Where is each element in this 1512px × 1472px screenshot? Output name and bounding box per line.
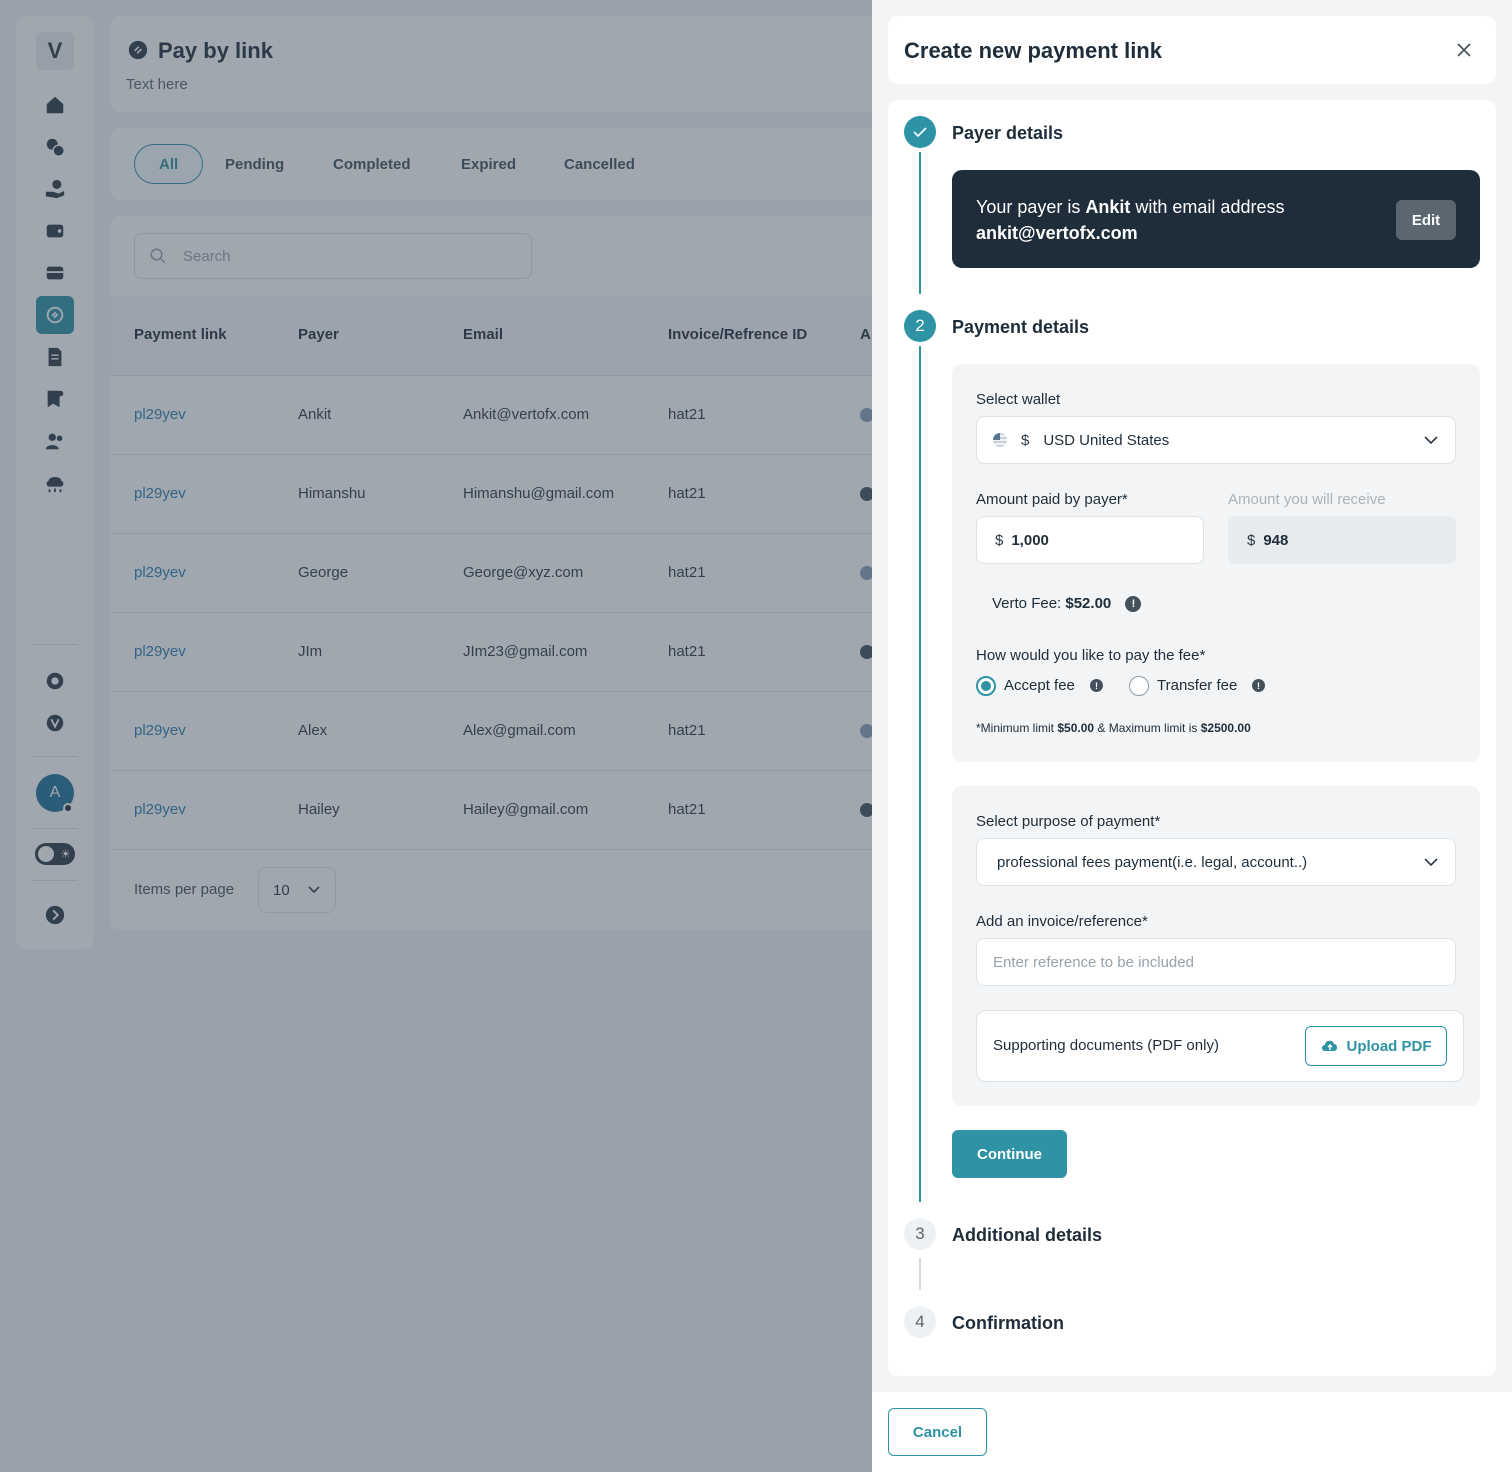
amount-receive-label: Amount you will receive: [1228, 491, 1386, 508]
purpose-select[interactable]: professional fees payment(i.e. legal, ac…: [976, 838, 1456, 886]
amount-receive-field: $ 948: [1228, 516, 1456, 564]
transfer-fee-label[interactable]: Transfer fee: [1157, 677, 1237, 694]
cloud-upload-icon: [1321, 1040, 1337, 1051]
upload-pdf-button[interactable]: Upload PDF: [1305, 1026, 1447, 1066]
step-title-confirmation[interactable]: Confirmation: [952, 1313, 1064, 1334]
limit-prefix: *Minimum limit: [976, 721, 1058, 735]
amount-paid-label: Amount paid by payer*: [976, 491, 1128, 508]
dollar-icon: $: [1021, 431, 1030, 449]
amount-paid-value: 1,000: [1011, 531, 1049, 549]
info-icon[interactable]: !: [1125, 596, 1142, 613]
info-icon[interactable]: !: [1252, 679, 1265, 692]
amount-paid-input[interactable]: $ 1,000: [976, 516, 1204, 564]
fee-value: $52.00: [1065, 595, 1112, 612]
edit-payer-button[interactable]: Edit: [1396, 200, 1456, 240]
transfer-fee-radio[interactable]: [1129, 676, 1149, 696]
wallet-amount-panel: Select wallet $ USD United States Amount…: [952, 364, 1480, 762]
reference-label: Add an invoice/reference*: [976, 913, 1148, 930]
upload-pdf-label: Upload PDF: [1346, 1037, 1432, 1055]
purpose-value: professional fees payment(i.e. legal, ac…: [997, 853, 1308, 871]
payer-summary: Your payer is Ankit with email address a…: [952, 170, 1480, 268]
supporting-documents: Supporting documents (PDF only) Upload P…: [976, 1010, 1464, 1082]
payer-email: ankit@vertofx.com: [976, 223, 1138, 243]
min-limit: $50.00: [1057, 721, 1095, 735]
step-title-payment-details[interactable]: Payment details: [952, 317, 1089, 338]
chevron-down-icon: [1424, 436, 1438, 445]
step-connector: [919, 346, 921, 1202]
step-2-number: 2: [904, 310, 936, 342]
accept-fee-radio[interactable]: [976, 676, 996, 696]
wallet-select[interactable]: $ USD United States: [976, 416, 1456, 464]
reference-placeholder: Enter reference to be included: [993, 953, 1194, 971]
accept-fee-label[interactable]: Accept fee: [1004, 677, 1075, 694]
reference-input[interactable]: Enter reference to be included: [976, 938, 1456, 986]
modal-overlay[interactable]: [0, 0, 872, 1472]
us-flag-icon: [993, 433, 1007, 447]
step-connector: [919, 152, 921, 294]
documents-label: Supporting documents (PDF only): [993, 1037, 1219, 1054]
cancel-button[interactable]: Cancel: [888, 1408, 987, 1456]
drawer-title: Create new payment link: [904, 38, 1162, 63]
purpose-reference-panel: Select purpose of payment* professional …: [952, 786, 1480, 1106]
amount-receive-value: 948: [1263, 531, 1289, 549]
step-3-number: 3: [904, 1218, 936, 1250]
step-1-check-icon: [904, 116, 936, 148]
fee-label: Verto Fee:: [992, 595, 1066, 612]
step-connector: [919, 1258, 921, 1290]
continue-button[interactable]: Continue: [952, 1130, 1067, 1178]
close-button[interactable]: [1452, 38, 1476, 62]
step-title-additional-details[interactable]: Additional details: [952, 1225, 1102, 1246]
wallet-label: Select wallet: [976, 391, 1061, 408]
close-icon: [1457, 43, 1471, 57]
drawer-header: Create new payment link: [888, 16, 1496, 84]
payer-summary-line: Your payer is Ankit with email address: [976, 197, 1284, 218]
limit-middle: & Maximum limit is: [1094, 721, 1201, 735]
verto-fee: Verto Fee: $52.00 !: [992, 595, 1142, 613]
payer-middle: with email address: [1130, 197, 1285, 217]
chevron-down-icon: [1424, 858, 1438, 867]
currency-symbol: $: [995, 531, 1004, 549]
payer-name: Ankit: [1085, 197, 1131, 217]
wallet-value: USD United States: [1043, 431, 1170, 449]
stepper: Payer details Your payer is Ankit with e…: [888, 100, 1496, 1376]
step-4-number: 4: [904, 1306, 936, 1338]
create-payment-link-drawer: Create new payment link Payer details Yo…: [872, 0, 1512, 1472]
info-icon[interactable]: !: [1090, 679, 1103, 692]
fee-option-label: How would you like to pay the fee*: [976, 647, 1206, 664]
limit-note: *Minimum limit $50.00 & Maximum limit is…: [976, 721, 1251, 735]
max-limit: $2500.00: [1200, 721, 1251, 735]
step-title-payer-details[interactable]: Payer details: [952, 123, 1063, 144]
purpose-label: Select purpose of payment*: [976, 813, 1161, 830]
currency-symbol: $: [1247, 531, 1256, 549]
payer-prefix: Your payer is: [976, 197, 1086, 217]
